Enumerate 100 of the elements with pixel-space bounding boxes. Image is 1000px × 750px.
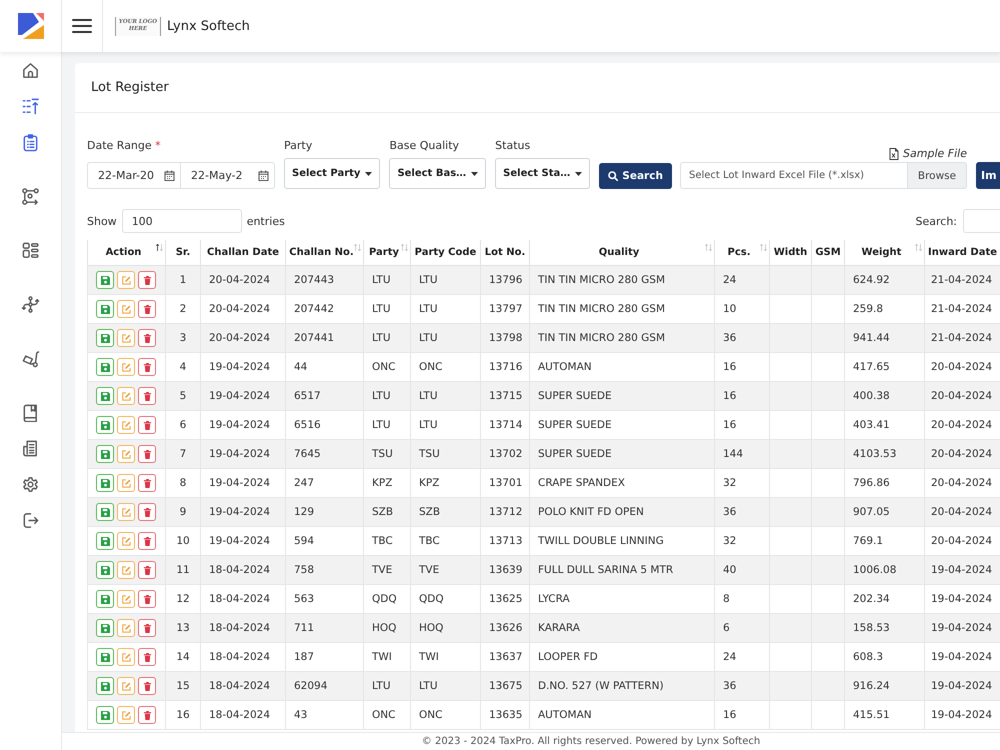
field-label: Base Quality [389, 139, 460, 153]
edit-button[interactable] [117, 648, 135, 666]
column-header[interactable]: Quality [530, 240, 714, 266]
save-button[interactable] [96, 358, 114, 376]
delete-button[interactable] [138, 503, 156, 521]
edit-icon [122, 392, 130, 400]
edit-button[interactable] [117, 387, 135, 405]
book-icon[interactable] [21, 402, 40, 422]
delete-button[interactable] [138, 271, 156, 289]
sample-file-link[interactable]: Sample File [889, 147, 967, 160]
spreadsheet-file-icon [889, 148, 900, 160]
save-button[interactable] [96, 503, 114, 521]
save-button[interactable] [96, 445, 114, 463]
column-header[interactable]: Action [88, 240, 166, 266]
trash-icon [142, 276, 152, 284]
save-button[interactable] [96, 619, 114, 637]
save-button[interactable] [96, 329, 114, 347]
delete-button[interactable] [138, 300, 156, 318]
delete-button[interactable] [138, 648, 156, 666]
edit-icon [122, 710, 130, 720]
edit-button[interactable] [117, 358, 135, 376]
search-label: Search: [916, 214, 957, 228]
edit-button[interactable] [117, 561, 135, 579]
select-dropdown[interactable]: Select Bas… [389, 158, 486, 189]
file-input-field[interactable]: Select Lot Inward Excel File (*.xlsx) [680, 162, 908, 189]
edit-button[interactable] [117, 532, 135, 550]
edit-button[interactable] [117, 416, 135, 434]
save-button[interactable] [96, 387, 114, 405]
delete-button[interactable] [138, 619, 156, 637]
column-header[interactable]: Pcs. [714, 240, 770, 266]
delete-button[interactable] [138, 358, 156, 376]
date-field[interactable]: 22-Mar-20 [87, 162, 181, 189]
save-button[interactable] [96, 532, 114, 550]
table-cell: ONC [410, 700, 480, 730]
delete-button[interactable] [138, 590, 156, 608]
connected-nodes-icon[interactable] [21, 294, 40, 314]
save-button[interactable] [96, 648, 114, 666]
trash-icon [142, 362, 152, 372]
document-icon[interactable] [21, 438, 40, 458]
edit-button[interactable] [117, 329, 135, 347]
save-button[interactable] [96, 677, 114, 695]
calendar-icon [164, 170, 175, 181]
calendar-icon [258, 170, 269, 181]
table-cell: 415.51 [844, 700, 924, 730]
edit-button[interactable] [117, 590, 135, 608]
delete-button[interactable] [138, 445, 156, 463]
delete-button[interactable] [138, 387, 156, 405]
column-header[interactable]: Party [364, 240, 410, 266]
trash-icon [142, 682, 152, 690]
edit-icon [122, 536, 130, 546]
column-header[interactable]: Weight [844, 240, 924, 266]
home-icon[interactable] [21, 60, 40, 80]
hand-truck-icon[interactable] [21, 348, 40, 368]
edit-button[interactable] [117, 271, 135, 289]
delete-button[interactable] [138, 532, 156, 550]
edit-icon [122, 304, 130, 314]
edit-button[interactable] [117, 445, 135, 463]
edit-icon [122, 276, 130, 284]
column-header: Sr. [166, 240, 200, 266]
import-button[interactable]: Im [976, 162, 1000, 189]
delete-button[interactable] [138, 416, 156, 434]
page-size-field[interactable]: 100 [122, 209, 242, 233]
field-label: Status [495, 139, 530, 153]
edit-button[interactable] [117, 677, 135, 695]
save-button[interactable] [96, 271, 114, 289]
grid-list-icon[interactable] [21, 240, 40, 260]
search-field[interactable] [963, 209, 1000, 233]
table-cell: 43 [286, 700, 364, 730]
trash-icon [142, 334, 152, 342]
edit-icon [122, 594, 130, 604]
list-arrow-icon[interactable] [21, 96, 40, 116]
column-header[interactable]: Challan No. [286, 240, 364, 266]
edit-button[interactable] [117, 474, 135, 492]
logout-icon[interactable] [21, 510, 40, 530]
search-button[interactable]: Search [599, 163, 672, 189]
browse-button[interactable]: Browse [908, 162, 967, 189]
delete-button[interactable] [138, 561, 156, 579]
save-button[interactable] [96, 474, 114, 492]
date-field[interactable]: 22-May-2 [181, 162, 275, 189]
delete-button[interactable] [138, 706, 156, 724]
save-button[interactable] [96, 300, 114, 318]
select-dropdown[interactable]: Select Party [284, 158, 380, 189]
delete-button[interactable] [138, 474, 156, 492]
clipboard-list-icon[interactable] [21, 132, 40, 152]
delete-button[interactable] [138, 329, 156, 347]
trash-icon [142, 450, 152, 458]
edit-button[interactable] [117, 706, 135, 724]
menu-icon[interactable] [72, 18, 92, 34]
save-button[interactable] [96, 706, 114, 724]
edit-button[interactable] [117, 619, 135, 637]
select-dropdown[interactable]: Select Sta… [495, 158, 590, 189]
settings-icon[interactable] [21, 474, 40, 494]
save-button[interactable] [96, 561, 114, 579]
delete-button[interactable] [138, 677, 156, 695]
edit-button[interactable] [117, 300, 135, 318]
save-button[interactable] [96, 416, 114, 434]
save-button[interactable] [96, 590, 114, 608]
edit-icon [122, 682, 130, 690]
trash-icon [142, 624, 152, 632]
edit-button[interactable] [117, 503, 135, 521]
